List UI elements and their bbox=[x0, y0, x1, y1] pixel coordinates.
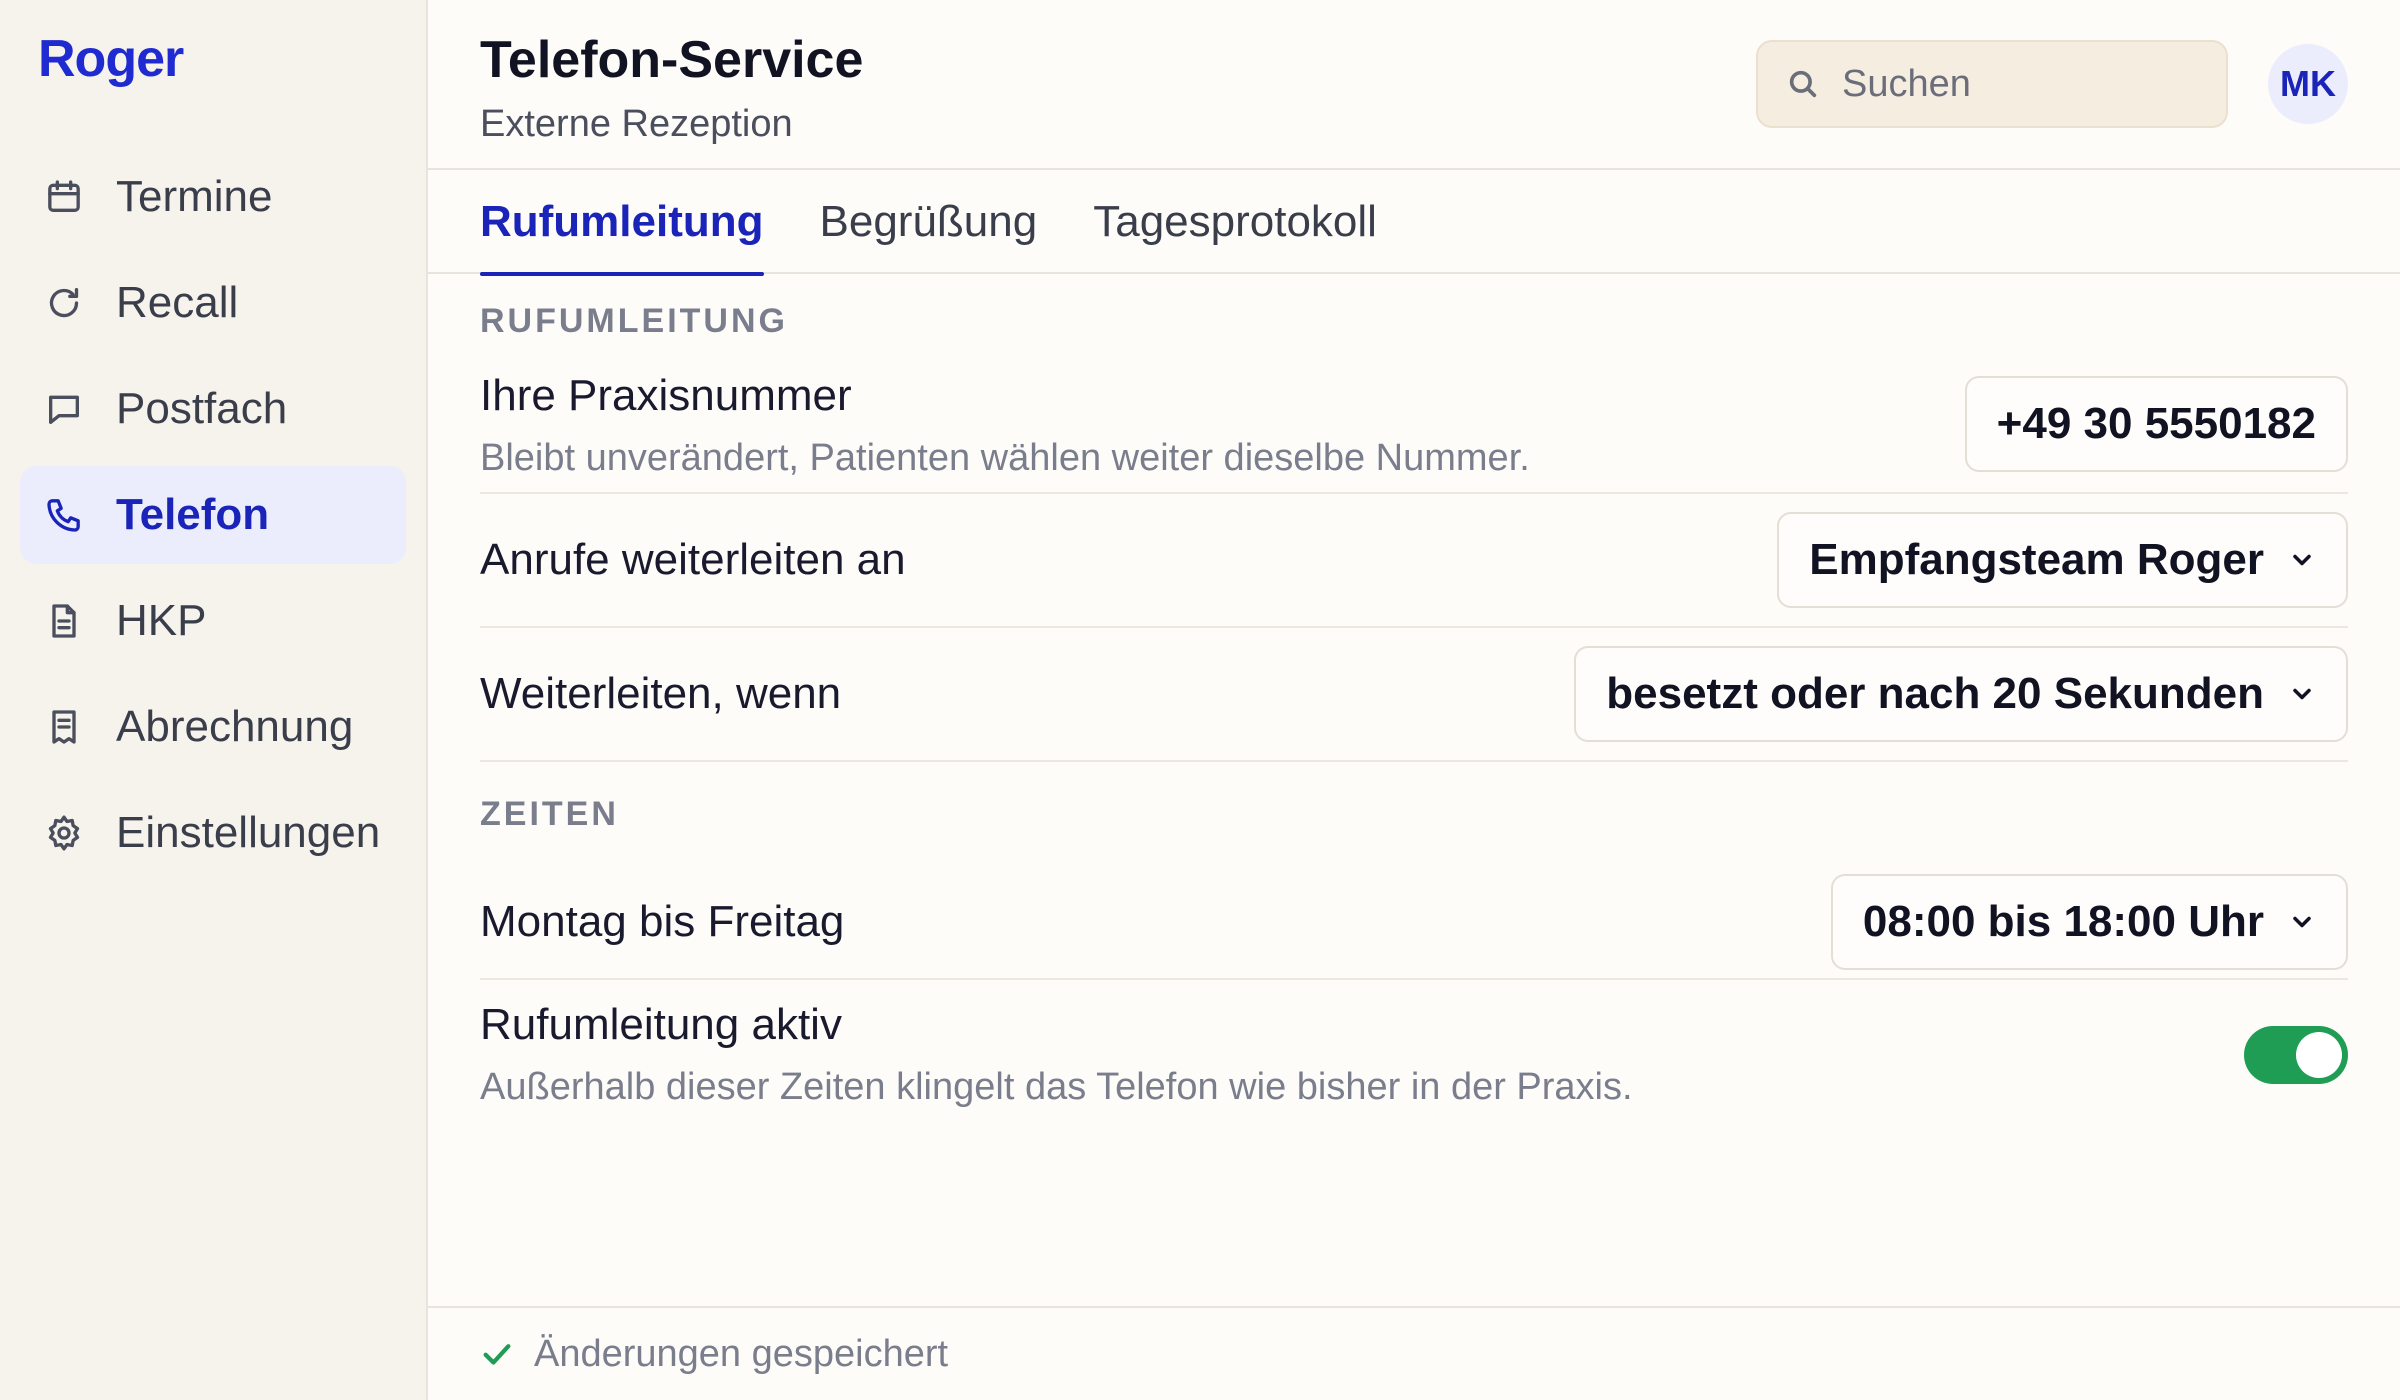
gear-icon bbox=[44, 813, 84, 853]
wochentage-label: Montag bis Freitag bbox=[480, 897, 845, 946]
weiterleiten-an-label: Anrufe weiterleiten an bbox=[480, 535, 906, 584]
main-panel: Telefon-Service Externe Rezeption MK Ruf… bbox=[428, 0, 2400, 1400]
rufumleitung-aktiv-toggle[interactable] bbox=[2244, 1026, 2348, 1084]
weiterleiten-wenn-value: besetzt oder nach 20 Sekunden bbox=[1606, 669, 2264, 718]
save-status-text: Änderungen gespeichert bbox=[534, 1332, 949, 1375]
chevron-down-icon bbox=[2264, 908, 2316, 936]
row-label-wrap: Rufumleitung aktiv Außerhalb dieser Zeit… bbox=[480, 997, 2244, 1113]
phone-icon bbox=[44, 495, 84, 535]
chevron-down-icon bbox=[2264, 546, 2316, 574]
aktiv-description: Außerhalb dieser Zeiten klingelt das Tel… bbox=[480, 1066, 1633, 1108]
settings-content: Rufumleitung Ihre Praxisnummer Bleibt un… bbox=[428, 274, 2400, 1130]
tab-bar: Rufumleitung Begrüßung Tagesprotokoll bbox=[428, 170, 2400, 276]
praxisnummer-value: +49 30 5550182 bbox=[1964, 376, 2348, 472]
header-titles: Telefon-Service Externe Rezeption bbox=[480, 28, 1756, 150]
sidebar: Roger Termine Recall Postfach Telefon HK… bbox=[0, 0, 428, 1400]
row-weiterleiten-an: Anrufe weiterleiten an Empfangsteam Roge… bbox=[480, 494, 2348, 628]
sidebar-item-label: HKP bbox=[116, 596, 207, 645]
app-root: Roger Termine Recall Postfach Telefon HK… bbox=[0, 0, 2400, 1400]
message-icon bbox=[44, 389, 84, 429]
receipt-icon bbox=[44, 707, 84, 747]
sidebar-item-label: Abrechnung bbox=[116, 702, 354, 751]
sidebar-item-termine[interactable]: Termine bbox=[20, 148, 406, 246]
praxisnummer-label: Ihre Praxisnummer bbox=[480, 371, 852, 420]
aktiv-label: Rufumleitung aktiv bbox=[480, 1000, 842, 1049]
app-logo[interactable]: Roger bbox=[20, 30, 406, 88]
weiterleiten-wenn-label: Weiterleiten, wenn bbox=[480, 669, 842, 718]
row-label-wrap: Weiterleiten, wenn bbox=[480, 666, 1574, 722]
calendar-icon bbox=[44, 177, 84, 217]
sidebar-item-hkp[interactable]: HKP bbox=[20, 572, 406, 670]
sidebar-item-label: Recall bbox=[116, 278, 239, 327]
search-icon bbox=[1789, 70, 1817, 98]
praxisnummer-description: Bleibt unverändert, Patienten wählen wei… bbox=[480, 437, 1530, 479]
row-label-wrap: Montag bis Freitag bbox=[480, 894, 1831, 950]
sidebar-item-label: Telefon bbox=[116, 490, 270, 539]
sidebar-item-telefon[interactable]: Telefon bbox=[20, 466, 406, 564]
weiterleiten-an-select[interactable]: Empfangsteam Roger bbox=[1777, 512, 2348, 608]
save-status-bar: Änderungen gespeichert bbox=[428, 1306, 2400, 1400]
section-heading-rufumleitung: Rufumleitung bbox=[480, 302, 788, 340]
tab-rufumleitung[interactable]: Rufumleitung bbox=[480, 170, 764, 276]
page-title: Telefon-Service bbox=[480, 31, 864, 89]
sidebar-item-abrechnung[interactable]: Abrechnung bbox=[20, 678, 406, 776]
weiterleiten-wenn-select[interactable]: besetzt oder nach 20 Sekunden bbox=[1574, 646, 2348, 742]
row-montag-bis-freitag: Montag bis Freitag 08:00 bis 18:00 Uhr bbox=[480, 866, 2348, 980]
row-label-wrap: Anrufe weiterleiten an bbox=[480, 532, 1777, 588]
row-rufumleitung-aktiv: Rufumleitung aktiv Außerhalb dieser Zeit… bbox=[480, 980, 2348, 1130]
page-header: Telefon-Service Externe Rezeption MK bbox=[428, 0, 2400, 170]
sidebar-item-recall[interactable]: Recall bbox=[20, 254, 406, 352]
search-input[interactable] bbox=[1842, 62, 2182, 106]
row-weiterleiten-wenn: Weiterleiten, wenn besetzt oder nach 20 … bbox=[480, 628, 2348, 762]
search-box[interactable] bbox=[1756, 40, 2228, 128]
row-label-wrap: Ihre Praxisnummer Bleibt unverändert, Pa… bbox=[480, 368, 1965, 484]
sidebar-item-label: Termine bbox=[116, 172, 273, 221]
chevron-down-icon bbox=[2264, 680, 2316, 708]
weiterleiten-an-value: Empfangsteam Roger bbox=[1809, 535, 2264, 584]
tab-begruessung[interactable]: Begrüßung bbox=[820, 170, 1038, 274]
sidebar-item-postfach[interactable]: Postfach bbox=[20, 360, 406, 458]
sidebar-item-label: Einstellungen bbox=[116, 808, 381, 857]
zeiten-select[interactable]: 08:00 bis 18:00 Uhr bbox=[1830, 874, 2348, 970]
zeiten-value: 08:00 bis 18:00 Uhr bbox=[1862, 897, 2264, 946]
sidebar-item-einstellungen[interactable]: Einstellungen bbox=[20, 784, 406, 882]
check-icon bbox=[483, 1344, 511, 1365]
row-praxisnummer: Ihre Praxisnummer Bleibt unverändert, Pa… bbox=[480, 368, 2348, 494]
avatar[interactable]: MK bbox=[2268, 44, 2348, 124]
refresh-icon bbox=[44, 283, 84, 323]
section-heading-zeiten: Zeiten bbox=[480, 795, 619, 833]
page-subtitle: Externe Rezeption bbox=[480, 103, 793, 145]
sidebar-item-label: Postfach bbox=[116, 384, 288, 433]
document-icon bbox=[44, 601, 84, 641]
tab-tagesprotokoll[interactable]: Tagesprotokoll bbox=[1093, 170, 1377, 274]
